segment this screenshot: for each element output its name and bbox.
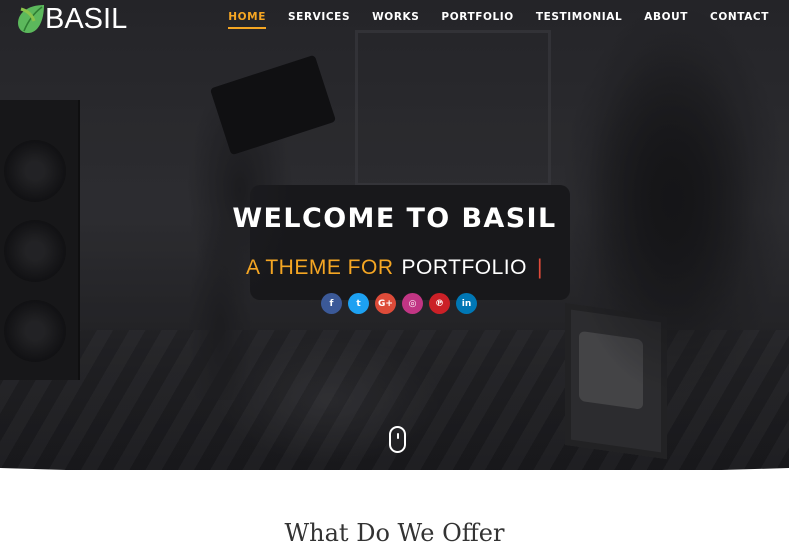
brand-logo[interactable]: BASIL bbox=[16, 3, 127, 35]
hero-title: WELCOME TO BASIL bbox=[232, 203, 557, 234]
hero-subtitle: A THEME FOR PORTFOLIO | bbox=[0, 256, 789, 280]
nav-home[interactable]: HOME bbox=[228, 11, 267, 29]
hero-subtitle-word: PORTFOLIO bbox=[401, 256, 527, 279]
scroll-down-mouse-icon[interactable] bbox=[389, 426, 406, 453]
social-links: f t G+ ◎ ℗ in bbox=[321, 293, 477, 314]
hero-overlay bbox=[0, 0, 789, 470]
leaf-logo-icon bbox=[18, 5, 44, 33]
hero-bottom-edge bbox=[0, 468, 789, 480]
brand-name: BASIL bbox=[45, 3, 128, 35]
mouse-wheel bbox=[397, 433, 399, 439]
nav-works[interactable]: WORKS bbox=[372, 11, 419, 29]
facebook-icon[interactable]: f bbox=[321, 293, 342, 314]
nav-services[interactable]: SERVICES bbox=[288, 11, 350, 29]
nav-testimonial[interactable]: TESTIMONIAL bbox=[536, 11, 622, 29]
nav-about[interactable]: ABOUT bbox=[644, 11, 688, 29]
linkedin-icon[interactable]: in bbox=[456, 293, 477, 314]
section-title: What Do We Offer bbox=[284, 519, 505, 547]
hero-subtitle-prefix: A THEME FOR bbox=[246, 256, 394, 279]
pinterest-icon[interactable]: ℗ bbox=[429, 293, 450, 314]
nav-contact[interactable]: CONTACT bbox=[710, 11, 769, 29]
typing-cursor: | bbox=[536, 256, 543, 279]
main-nav: HOME SERVICES WORKS PORTFOLIO TESTIMONIA… bbox=[228, 11, 769, 29]
top-navbar: BASIL HOME SERVICES WORKS PORTFOLIO TEST… bbox=[0, 0, 789, 40]
nav-portfolio[interactable]: PORTFOLIO bbox=[441, 11, 513, 29]
instagram-icon[interactable]: ◎ bbox=[402, 293, 423, 314]
google-plus-icon[interactable]: G+ bbox=[375, 293, 396, 314]
twitter-icon[interactable]: t bbox=[348, 293, 369, 314]
hero-section: WELCOME TO BASIL A THEME FOR PORTFOLIO | f… bbox=[0, 0, 789, 470]
